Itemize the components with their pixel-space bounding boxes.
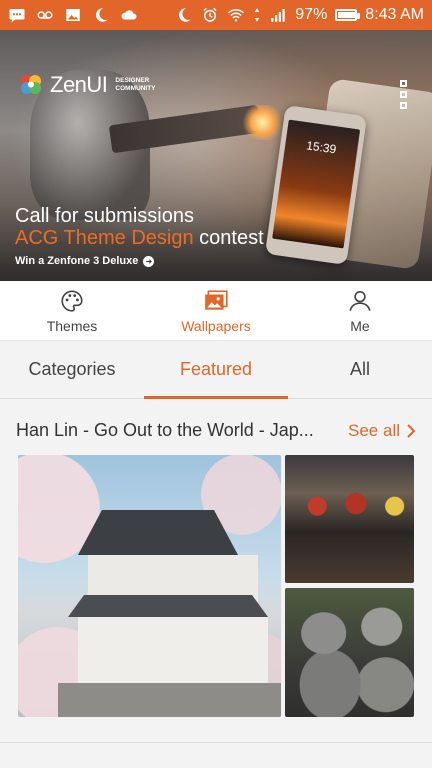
- castle-lower-roof: [68, 595, 268, 617]
- overflow-menu-icon[interactable]: [400, 80, 410, 109]
- logo-subtitle-line1: DESIGNER: [115, 77, 150, 84]
- banner-headline: Call for submissions ACG Theme Design co…: [15, 205, 264, 267]
- battery-level: [338, 12, 356, 18]
- data-arrows-icon: [253, 6, 261, 24]
- banner-cta-label: Win a Zenfone 3 Deluxe: [15, 255, 139, 267]
- status-time: 8:43 AM: [365, 6, 424, 23]
- cloud-icon: [120, 6, 138, 24]
- palette-icon: [61, 289, 83, 312]
- nav-label-themes: Themes: [46, 317, 98, 334]
- banner-headline-line2: ACG Theme Design contest: [15, 227, 264, 250]
- logo-name: ZenUI: [50, 72, 108, 97]
- moon-icon: [175, 6, 193, 24]
- nav-label-wallpapers: Wallpapers: [181, 317, 251, 334]
- banner-headline-rest: contest: [193, 227, 264, 249]
- moon-icon: [92, 6, 110, 24]
- battery-percent: 97%: [295, 6, 328, 23]
- wallpaper-thumbnail-lanterns[interactable]: [285, 455, 414, 583]
- nav-label-me: Me: [350, 317, 370, 334]
- banner-headline-line1: Call for submissions: [15, 205, 194, 227]
- wallpaper-thumbnail-castle[interactable]: [18, 455, 281, 717]
- tab-all[interactable]: All: [288, 341, 432, 398]
- sub-tabs: Categories Featured All: [0, 341, 432, 399]
- wifi-icon: [227, 6, 245, 24]
- wallpaper-thumbnail-statues[interactable]: [285, 588, 414, 717]
- status-bar: 97% 8:43 AM: [0, 0, 432, 30]
- see-all-label: See all: [348, 420, 400, 440]
- nav-item-wallpapers[interactable]: Wallpapers: [144, 281, 288, 340]
- banner-cta[interactable]: Win a Zenfone 3 Deluxe ➜: [15, 255, 264, 267]
- logo-subtitle-line2: COMMUNITY: [115, 85, 156, 92]
- promo-banner[interactable]: 15:39 ZenUI DESIGNER COMMUNITY Call for …: [0, 30, 432, 281]
- image-icon: [64, 6, 82, 24]
- alarm-icon: [201, 6, 219, 24]
- message-icon: [8, 6, 26, 24]
- divider: [0, 742, 432, 743]
- nav-item-themes[interactable]: Themes: [0, 281, 144, 340]
- arrow-right-circle-icon: ➜: [143, 255, 155, 267]
- castle-roof: [78, 510, 238, 555]
- phone-screen-time: 15:39: [305, 138, 338, 157]
- section-title[interactable]: Han Lin - Go Out to the World - Jap...: [16, 420, 342, 441]
- chevron-right-icon: [407, 423, 416, 438]
- signal-icon: [269, 6, 287, 24]
- voicemail-icon: [36, 6, 54, 24]
- wallpaper-icon: [205, 289, 228, 310]
- banner-headline-accent: ACG Theme Design: [15, 227, 194, 249]
- battery-icon: [335, 9, 361, 21]
- featured-section-header: Han Lin - Go Out to the World - Jap... S…: [16, 420, 416, 441]
- status-left-icons: [8, 6, 138, 24]
- castle-base: [58, 683, 281, 717]
- castle-lower-wall: [78, 617, 268, 687]
- see-all-button[interactable]: See all: [348, 421, 416, 441]
- tab-featured[interactable]: Featured: [144, 341, 288, 399]
- tab-categories[interactable]: Categories: [0, 341, 144, 398]
- banner-phone-screen: 15:39: [272, 119, 361, 249]
- zenui-logo-icon: [21, 75, 41, 94]
- nav-item-me[interactable]: Me: [288, 281, 432, 340]
- main-nav: Themes Wallpapers Me: [0, 281, 432, 341]
- person-icon: [349, 290, 371, 311]
- logo-subtitle: DESIGNER COMMUNITY: [115, 77, 155, 93]
- banner-art-muzzle-flash: [240, 105, 285, 140]
- status-right-icons: 97% 8:43 AM: [175, 6, 424, 24]
- zenui-logo: ZenUI DESIGNER COMMUNITY: [18, 72, 156, 98]
